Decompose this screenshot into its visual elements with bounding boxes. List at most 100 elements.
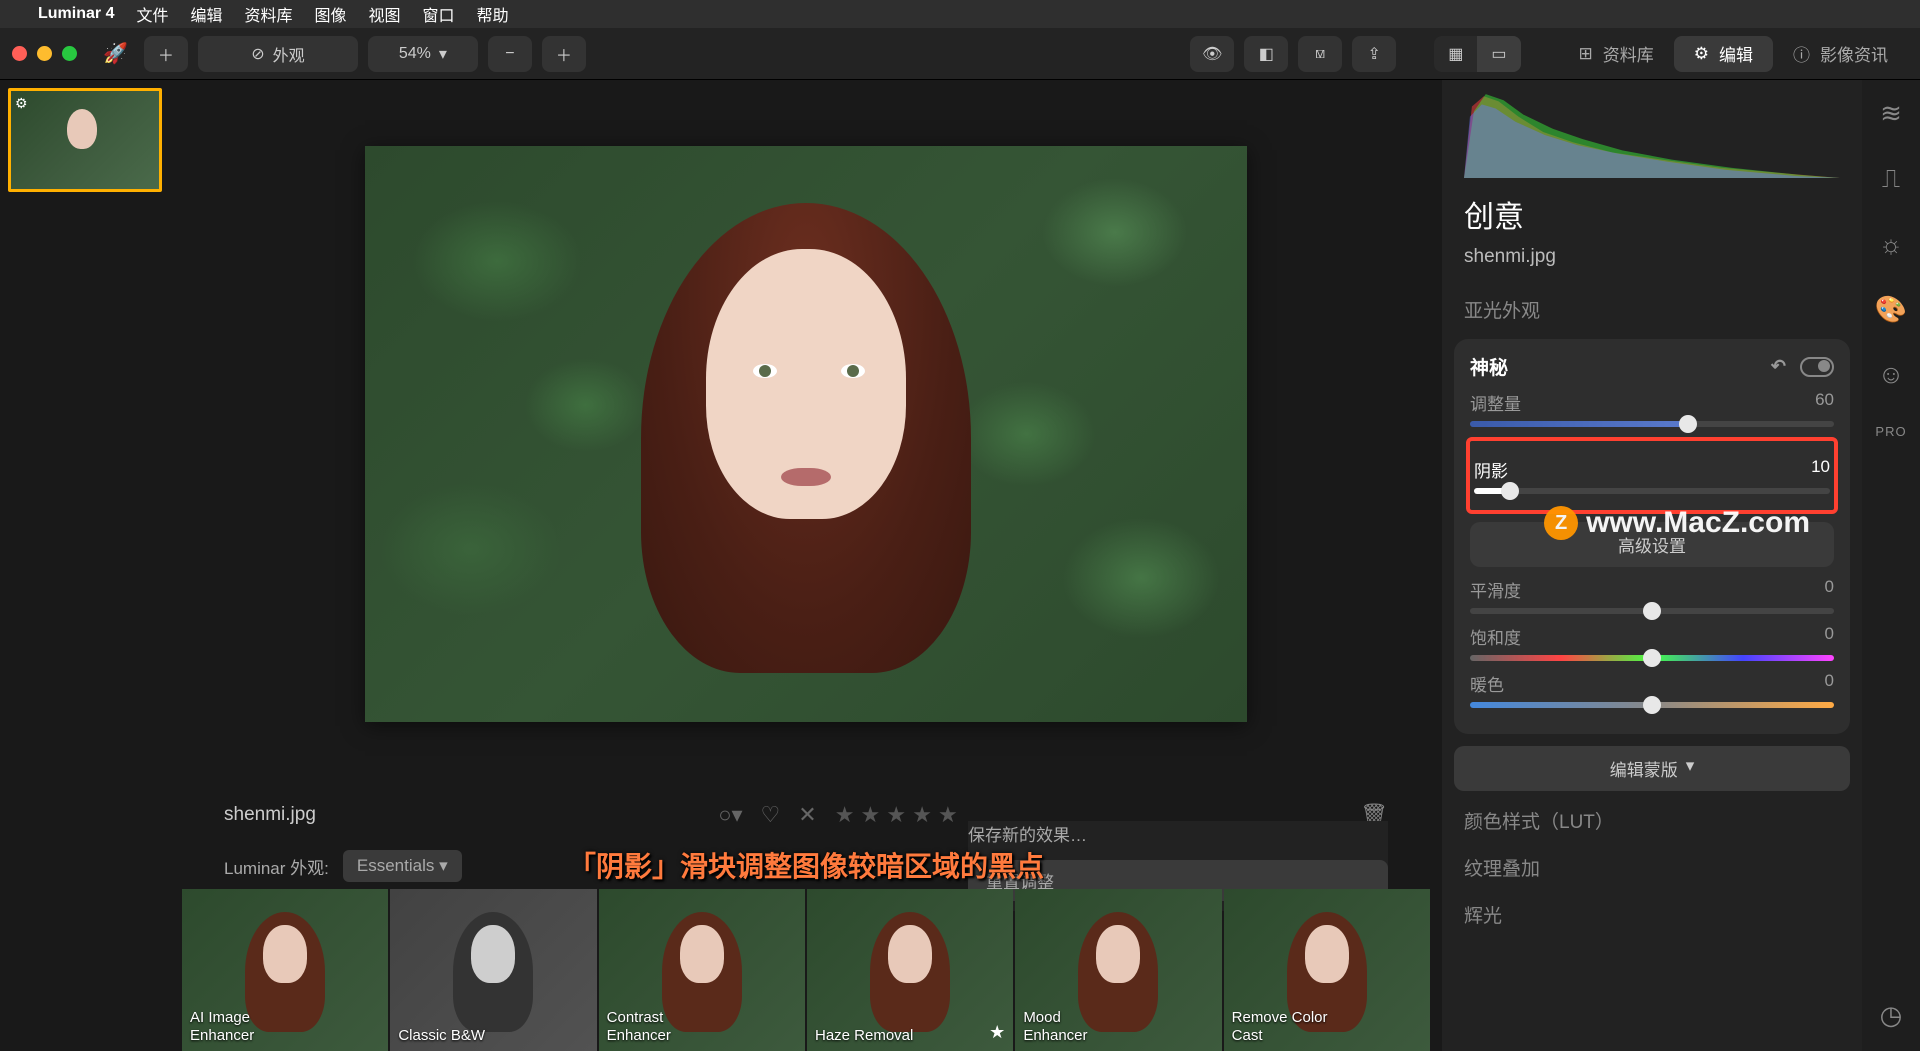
rocket-icon[interactable]: 🚀	[103, 41, 128, 66]
creative-icon[interactable]: 🎨	[1875, 294, 1907, 325]
crop-button[interactable]: ⟏	[1298, 36, 1342, 72]
shadow-highlight-box: 阴影 10	[1466, 437, 1838, 514]
looks-strip: 「阴影」滑块调整图像较暗区域的黑点 AI Image Enhancer Clas…	[180, 889, 1432, 1051]
undo-icon[interactable]: ↶	[1771, 356, 1786, 377]
look-ai-image-enhancer[interactable]: AI Image Enhancer	[182, 889, 388, 1051]
watermark: Z www.MacZ.com	[1544, 506, 1810, 540]
image-canvas[interactable]	[365, 146, 1247, 722]
window-toolbar: 🚀 ＋ ⊘ 外观 54% ▾ − ＋ 👁 ◧ ⟏ ⇪ ▦ ▭ ⊞资料库 ⚙编辑 …	[0, 28, 1920, 80]
sliders-icon: ⚙	[1694, 44, 1709, 64]
shadow-value: 10	[1811, 457, 1830, 482]
histogram[interactable]	[1464, 86, 1840, 178]
adjustments-icon: ⚙	[15, 95, 28, 112]
favorite-heart-icon[interactable]: ♡	[761, 802, 781, 828]
mac-menubar: Luminar 4 文件 编辑 资料库 图像 视图 窗口 帮助	[0, 0, 1920, 28]
appearance-dropdown[interactable]: ⊘ 外观	[198, 36, 358, 72]
warmth-slider[interactable]	[1470, 702, 1834, 708]
share-button[interactable]: ⇪	[1352, 36, 1396, 72]
venn-icon: ⊘	[251, 44, 264, 64]
main-nav-tabs: ⊞资料库 ⚙编辑 ⓘ影像资讯	[1559, 36, 1909, 72]
color-flag-picker[interactable]: ○▾	[718, 802, 742, 828]
filmstrip: ⚙	[0, 80, 170, 1051]
chevron-down-icon: ▾	[439, 856, 448, 875]
filmstrip-thumb[interactable]: ⚙	[8, 88, 162, 192]
menu-file[interactable]: 文件	[136, 2, 168, 26]
edit-panel: 创意 shenmi.jpg 亚光外观 神秘 ↶ 调整量 60 阴影 10	[1442, 80, 1862, 1051]
tool-rail: ≋ ⎍ ☼ 🎨 ☺ PRO ◷	[1862, 80, 1920, 1051]
menu-edit[interactable]: 编辑	[190, 2, 222, 26]
amount-label: 调整量	[1470, 390, 1521, 415]
traffic-lights	[12, 46, 77, 61]
chevron-down-icon: ▾	[1686, 756, 1695, 781]
minimize-window-icon[interactable]	[37, 46, 52, 61]
smooth-slider[interactable]	[1470, 608, 1834, 614]
single-view-button[interactable]: ▭	[1477, 36, 1520, 72]
add-button[interactable]: ＋	[144, 36, 188, 72]
chevron-down-icon: ▾	[439, 44, 447, 64]
tip-overlay: 「阴影」滑块调整图像较暗区域的黑点	[568, 845, 1044, 885]
portrait-icon[interactable]: ☺	[1878, 359, 1905, 390]
look-classic-bw[interactable]: Classic B&W	[390, 889, 596, 1051]
menu-library[interactable]: 资料库	[245, 2, 293, 26]
zoom-dropdown[interactable]: 54% ▾	[368, 36, 478, 72]
library-icon: ⊞	[1579, 44, 1593, 64]
look-remove-color-cast[interactable]: Remove Color Cast	[1224, 889, 1430, 1051]
warmth-value: 0	[1825, 671, 1834, 696]
amount-slider[interactable]	[1470, 421, 1834, 427]
essentials-icon[interactable]: ☼	[1879, 229, 1903, 260]
saturation-value: 0	[1825, 624, 1834, 649]
star-icon: ★	[989, 1022, 1005, 1043]
shadow-label: 阴影	[1474, 457, 1508, 482]
panel-title: 创意	[1442, 188, 1862, 240]
tab-library[interactable]: ⊞资料库	[1559, 36, 1674, 72]
save-look-button[interactable]: 保存新的效果…	[968, 821, 1388, 846]
view-mode-group: ▦ ▭	[1434, 36, 1520, 72]
appearance-label: 外观	[273, 42, 305, 66]
look-mood-enhancer[interactable]: Mood Enhancer	[1015, 889, 1221, 1051]
zoom-in-button[interactable]: ＋	[542, 36, 586, 72]
zoom-value: 54%	[399, 45, 431, 63]
app-name[interactable]: Luminar 4	[38, 5, 114, 23]
pro-icon[interactable]: PRO	[1875, 424, 1906, 439]
smooth-value: 0	[1825, 577, 1834, 602]
look-haze-removal[interactable]: Haze Removal★	[807, 889, 1013, 1051]
section-lut[interactable]: 颜色样式（LUT）	[1442, 797, 1862, 844]
amount-slider-row: 调整量 60	[1470, 390, 1834, 427]
tab-info[interactable]: ⓘ影像资讯	[1773, 36, 1908, 72]
amount-value: 60	[1815, 390, 1834, 415]
menu-image[interactable]: 图像	[315, 2, 347, 26]
preview-eye-button[interactable]: 👁	[1190, 36, 1234, 72]
close-window-icon[interactable]	[12, 46, 27, 61]
saturation-label: 饱和度	[1470, 624, 1521, 649]
looks-label: Luminar 外观:	[224, 854, 329, 879]
saturation-slider[interactable]	[1470, 655, 1834, 661]
grid-view-button[interactable]: ▦	[1434, 36, 1477, 72]
looks-category-dropdown[interactable]: Essentials ▾	[343, 850, 462, 882]
section-matte-look[interactable]: 亚光外观	[1442, 286, 1862, 333]
section-glow[interactable]: 辉光	[1442, 891, 1862, 938]
menu-help[interactable]: 帮助	[477, 2, 509, 26]
star-rating[interactable]: ★ ★ ★ ★ ★	[835, 802, 958, 828]
compare-button[interactable]: ◧	[1244, 36, 1288, 72]
look-contrast-enhancer[interactable]: Contrast Enhancer	[599, 889, 805, 1051]
card-toggle[interactable]	[1800, 357, 1834, 377]
smooth-label: 平滑度	[1470, 577, 1521, 602]
fullscreen-window-icon[interactable]	[62, 46, 77, 61]
info-icon: ⓘ	[1793, 41, 1810, 66]
card-title: 神秘	[1470, 353, 1508, 380]
watermark-text: www.MacZ.com	[1586, 506, 1810, 540]
layers-icon[interactable]: ≋	[1880, 98, 1902, 129]
shadow-slider[interactable]	[1474, 488, 1830, 494]
watermark-z-icon: Z	[1544, 506, 1578, 540]
section-texture[interactable]: 纹理叠加	[1442, 844, 1862, 891]
center-area: shenmi.jpg ○▾ ♡ ✕ ★ ★ ★ ★ ★ 🗑 Luminar 外观…	[170, 80, 1442, 1051]
history-clock-icon[interactable]: ◷	[1880, 1000, 1903, 1031]
reject-x-icon[interactable]: ✕	[798, 802, 816, 828]
panel-filename: shenmi.jpg	[1442, 240, 1862, 286]
canvas-icon[interactable]: ⎍	[1882, 163, 1900, 195]
edit-mask-button[interactable]: 编辑蒙版▾	[1454, 746, 1850, 791]
menu-window[interactable]: 窗口	[423, 2, 455, 26]
tab-edit[interactable]: ⚙编辑	[1674, 36, 1773, 72]
menu-view[interactable]: 视图	[369, 2, 401, 26]
zoom-out-button[interactable]: −	[488, 36, 532, 72]
